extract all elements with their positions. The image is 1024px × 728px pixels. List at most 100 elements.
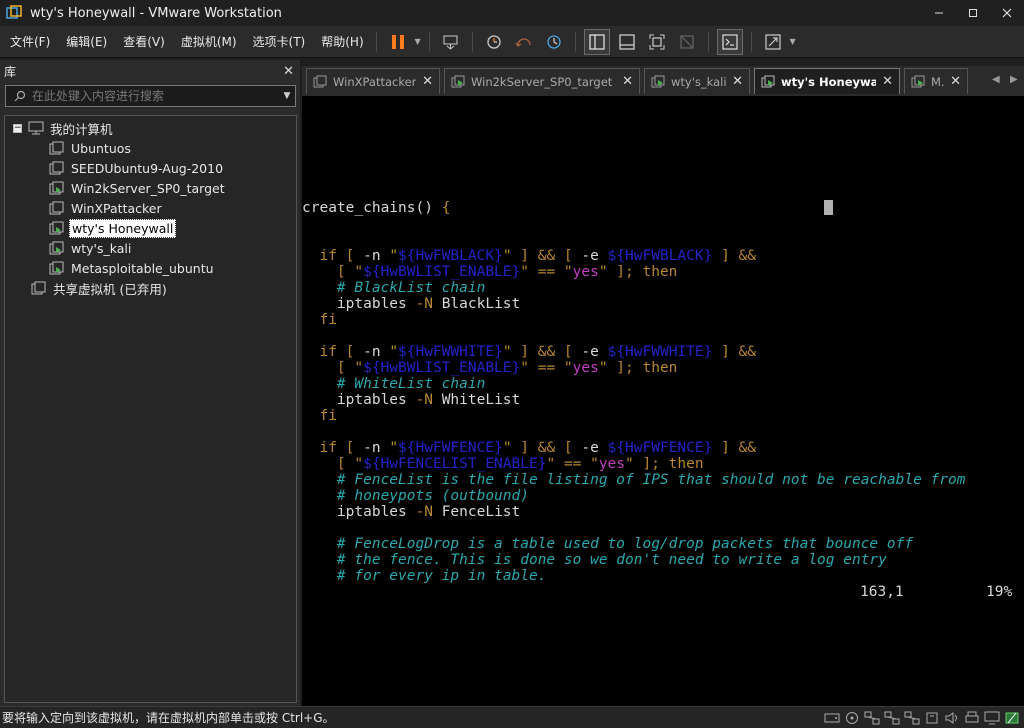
tree-vm-honeywall[interactable]: wty's Honeywall <box>49 218 177 238</box>
menu-edit[interactable]: 编辑(E) <box>60 26 113 58</box>
terminal-token: # honeypots (outbound) <box>336 488 529 504</box>
thumbnail-bar-icon <box>618 33 635 50</box>
tab-label: M... <box>931 74 945 89</box>
tab-scroll-right-icon[interactable]: ▶ <box>1010 74 1018 85</box>
printer-icon[interactable] <box>964 711 980 725</box>
cd-dvd-icon[interactable] <box>844 711 860 725</box>
terminal-token: -n <box>363 248 390 264</box>
terminal-token: -N <box>415 504 433 520</box>
tab-close-icon[interactable]: ✕ <box>882 74 893 89</box>
terminal-token: if [ <box>302 344 364 360</box>
tree-node-my-computer[interactable]: − 我的计算机 <box>13 118 115 138</box>
revert-snapshot-icon <box>515 37 531 47</box>
terminal-token: [ " <box>302 264 364 280</box>
terminal-line: # BlackList chain <box>302 280 485 296</box>
pause-button[interactable] <box>385 29 411 55</box>
terminal-line: [ "${HwFENCELIST_ENABLE}" == "yes" ]; th… <box>302 456 704 472</box>
terminal-token: " ]; then <box>598 360 678 376</box>
console-view-button[interactable] <box>716 28 743 55</box>
sound-card-icon[interactable] <box>944 711 960 725</box>
vm-running-tab-icon <box>651 75 665 87</box>
tree-vm-kali[interactable]: wty's_kali <box>49 238 133 258</box>
status-bar: 要将输入定向到该虚拟机，请在虚拟机内部单击或按 Ctrl+G。 <box>0 706 1024 728</box>
terminal-token: " <box>389 440 399 456</box>
terminal-token: -e <box>581 248 608 264</box>
tab-metasploitable[interactable]: M... ✕ <box>904 68 968 94</box>
vm-running-tab-icon <box>911 75 925 87</box>
terminal-token: ] && <box>712 344 757 360</box>
collapse-icon[interactable]: − <box>13 123 22 133</box>
library-header: 库 ✕ <box>0 60 300 82</box>
terminal-token: ] && <box>712 440 757 456</box>
unity-button[interactable] <box>674 29 700 55</box>
snapshot-manager-button[interactable] <box>541 29 567 55</box>
tab-close-icon[interactable]: ✕ <box>422 74 433 89</box>
usb-controller-icon[interactable] <box>924 711 940 725</box>
snapshot-clock-icon <box>486 34 501 49</box>
toolbar-separator <box>707 31 709 52</box>
vm-running-icon <box>49 261 64 275</box>
tree-label: Ubuntuos <box>71 140 131 156</box>
menu-view[interactable]: 查看(V) <box>117 26 171 58</box>
tree-vm-winxpattacker[interactable]: WinXPattacker <box>49 198 164 218</box>
tab-scroll-left-icon[interactable]: ◀ <box>992 74 1000 85</box>
terminal-line: create_chains() { <box>302 200 450 216</box>
toolbar-separator <box>750 31 752 52</box>
tree-node-shared-vms[interactable]: 共享虚拟机 (已弃用) <box>31 278 169 298</box>
tree-label: SEEDUbuntu9-Aug-2010 <box>71 160 224 176</box>
terminal-token: # for every ip in table. <box>336 568 547 584</box>
revert-snapshot-button[interactable] <box>511 29 537 55</box>
maximize-button[interactable] <box>956 0 990 26</box>
network-adapter-icon[interactable] <box>904 711 920 725</box>
thumbnail-bar-button[interactable] <box>614 29 640 55</box>
menu-help[interactable]: 帮助(H) <box>315 26 369 58</box>
library-panel-icon <box>588 33 605 50</box>
tree-vm-win2kserver[interactable]: Win2kServer_SP0_target <box>49 178 227 198</box>
minimize-button[interactable] <box>922 0 956 26</box>
tab-win2kserver[interactable]: Win2kServer_SP0_target ✕ <box>444 68 640 94</box>
close-window-button[interactable] <box>990 0 1024 26</box>
tree-label: 我的计算机 <box>50 121 113 137</box>
search-dropdown-icon[interactable]: ▼ <box>279 91 295 101</box>
terminal-token: iptables <box>302 504 416 520</box>
send-ctrl-alt-del-button[interactable] <box>438 29 464 55</box>
take-snapshot-button[interactable] <box>481 29 507 55</box>
menu-vm[interactable]: 虚拟机(M) <box>175 26 243 58</box>
message-log-icon[interactable] <box>1004 711 1020 725</box>
menu-tabs[interactable]: 选项卡(T) <box>247 26 312 58</box>
tab-kali[interactable]: wty's_kali ✕ <box>644 68 750 94</box>
tab-honeywall[interactable]: wty's Honeywall ✕ <box>754 68 900 94</box>
hard-disk-icon[interactable] <box>824 711 840 725</box>
library-panel: 库 ✕ ▼ − 我的计算机 Ubuntuos SEEDUbuntu9-Aug-2… <box>0 60 300 706</box>
vim-cursor-position: 163,1 <box>860 584 904 600</box>
vm-tree: − 我的计算机 Ubuntuos SEEDUbuntu9-Aug-2010 Wi… <box>4 115 297 703</box>
terminal-token: " ]; then <box>625 456 704 472</box>
stretch-guest-button[interactable] <box>760 29 786 55</box>
show-library-button[interactable] <box>583 28 610 55</box>
tree-vm-metasploitable[interactable]: Metasploitable_ubuntu <box>49 258 216 278</box>
display-icon[interactable] <box>984 711 1000 725</box>
stretch-dropdown[interactable]: ▼ <box>788 37 798 46</box>
menu-file[interactable]: 文件(F) <box>4 26 56 58</box>
tab-winxpattacker[interactable]: WinXPattacker ✕ <box>306 68 440 94</box>
tree-vm-ubuntuos[interactable]: Ubuntuos <box>49 138 133 158</box>
toolbar-separator <box>471 31 473 52</box>
tab-close-icon[interactable]: ✕ <box>732 74 743 89</box>
network-adapter-icon[interactable] <box>864 711 880 725</box>
network-adapter-icon[interactable] <box>884 711 900 725</box>
vm-console[interactable]: create_chains() { if [ -n "${HwFWBLACK}"… <box>302 96 1024 706</box>
tab-label: Win2kServer_SP0_target <box>471 74 613 89</box>
terminal-line: # the fence. This is done so we don't ne… <box>302 552 887 568</box>
terminal-token: ] && <box>712 248 757 264</box>
vm-tab-icon <box>313 75 327 87</box>
tab-close-icon[interactable]: ✕ <box>950 74 961 89</box>
library-search-input[interactable] <box>32 89 279 103</box>
terminal-line: if [ -n "${HwFWFENCE}" ] && [ -e ${HwFWF… <box>302 440 756 456</box>
tree-vm-seedubuntu[interactable]: SEEDUbuntu9-Aug-2010 <box>49 158 225 178</box>
tab-close-icon[interactable]: ✕ <box>622 74 633 89</box>
tab-label: wty's_kali <box>671 74 727 89</box>
power-dropdown[interactable]: ▼ <box>413 37 423 46</box>
library-close-button[interactable]: ✕ <box>283 64 294 79</box>
full-screen-button[interactable] <box>644 29 670 55</box>
